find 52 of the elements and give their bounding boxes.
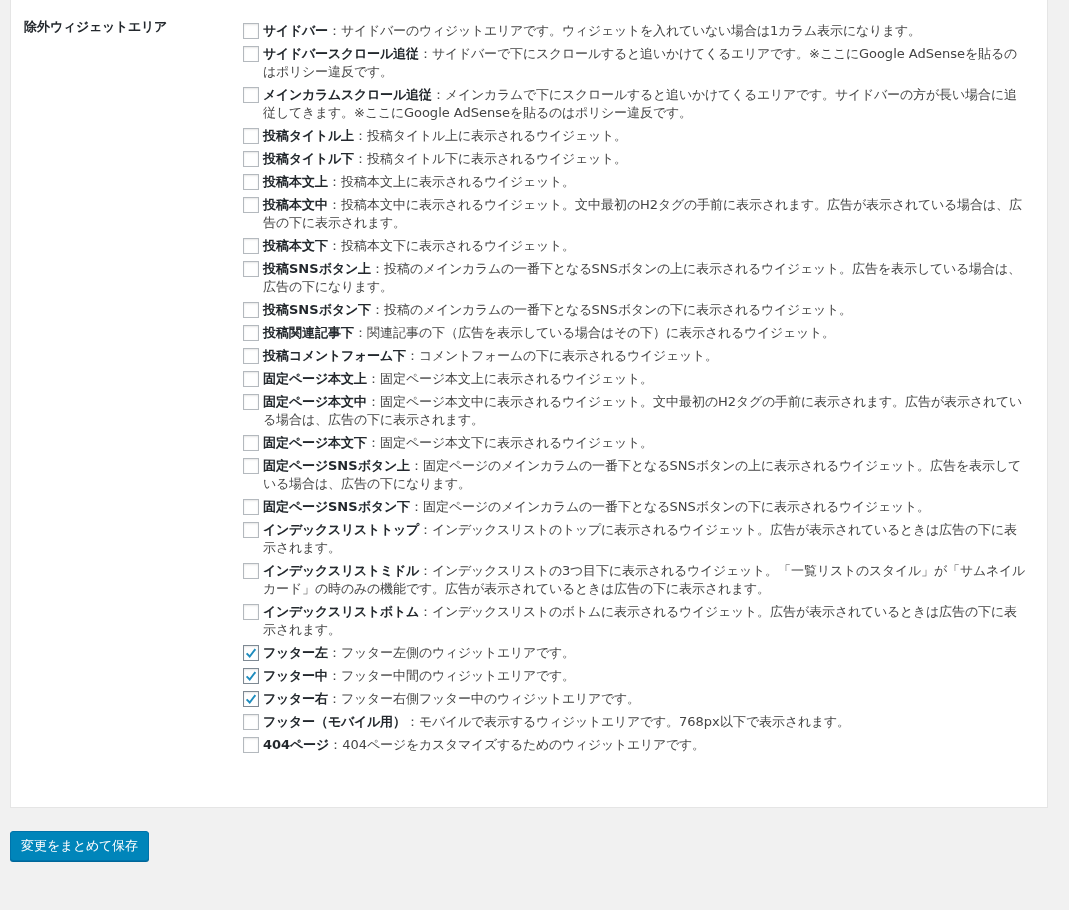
option-description: フッター中：フッター中間のウィジットエリアです。 — [263, 667, 576, 685]
option-description: 固定ページSNSボタン下：固定ページのメインカラムの一番下となるSNSボタンの下に表示されるウイジェット。 — [263, 498, 931, 516]
checkbox[interactable] — [243, 371, 259, 387]
option-description: フッター右：フッター右側フッター中のウィジットエリアです。 — [263, 690, 641, 708]
option-description: インデックスリストボトム：インデックスリストのボトムに表示されるウイジェット。広告が表示されているときは広告の下に表示されます。 — [263, 603, 1018, 639]
save-button[interactable]: 変更をまとめて保存 — [10, 831, 149, 861]
checkbox[interactable] — [243, 151, 259, 167]
option-description: 固定ページSNSボタン上：固定ページのメインカラムの一番下となるSNSボタンの上に表示されるウイジェット。広告を表示している場合は、広告の下になります。 — [263, 457, 1022, 493]
checkbox[interactable] — [243, 238, 259, 254]
section-label: 除外ウィジェットエリア — [24, 18, 168, 36]
option-description: サイドバー：サイドバーのウィジットエリアです。ウィジェットを入れていない場合は1カラム表示になります。 — [263, 22, 923, 40]
option-description: 投稿本文中：投稿本文中に表示されるウイジェット。文中最初のH2タグの手前に表示されます。広告が表示されている場合は、広告の下に表示されます。 — [263, 196, 1024, 232]
checkbox[interactable] — [243, 499, 259, 515]
checkbox[interactable] — [243, 197, 259, 213]
option-description: 投稿本文下：投稿本文下に表示されるウイジェット。 — [263, 237, 576, 255]
checkbox[interactable] — [243, 348, 259, 364]
option-description: メインカラムスクロール追従：メインカラムで下にスクロールすると追いかけてくるエリアです。サイドバーの方が長い場合に追従してきます。※ここにGoogle AdSenseを貼るのはポリシー違反です。 — [263, 86, 1018, 122]
checkbox[interactable] — [243, 128, 259, 144]
checkbox[interactable] — [243, 458, 259, 474]
option-description: インデックスリストトップ：インデックスリストのトップに表示されるウイジェット。広告が表示されているときは広告の下に表示されます。 — [263, 521, 1018, 557]
checkbox[interactable] — [243, 302, 259, 318]
checkbox[interactable] — [243, 394, 259, 410]
option-description: 投稿タイトル下：投稿タイトル下に表示されるウイジェット。 — [263, 150, 628, 168]
checkbox[interactable] — [243, 522, 259, 538]
checkbox[interactable] — [243, 604, 259, 620]
option-description: 固定ページ本文下：固定ページ本文下に表示されるウイジェット。 — [263, 434, 654, 452]
checkbox[interactable] — [243, 23, 259, 39]
checkbox[interactable] — [243, 645, 259, 661]
option-description: フッター（モバイル用）：モバイルで表示するウィジットエリアです。768px以下で表示されます。 — [263, 713, 851, 731]
option-description: 投稿SNSボタン上：投稿のメインカラムの一番下となるSNSボタンの上に表示されるウイジェット。広告を表示している場合は、広告の下になります。 — [263, 260, 1022, 296]
option-description: 固定ページ本文上：固定ページ本文上に表示されるウイジェット。 — [263, 370, 654, 388]
option-description: 固定ページ本文中：固定ページ本文中に表示されるウイジェット。文中最初のH2タグの手前に表示されます。広告が表示されている場合は、広告の下に表示されます。 — [263, 393, 1024, 429]
checkbox[interactable] — [243, 261, 259, 277]
checkbox[interactable] — [243, 737, 259, 753]
checkbox[interactable] — [243, 563, 259, 579]
checkbox[interactable] — [243, 325, 259, 341]
checkbox[interactable] — [243, 714, 259, 730]
checkbox[interactable] — [243, 435, 259, 451]
checkbox[interactable] — [243, 87, 259, 103]
option-description: サイドバースクロール追従：サイドバーで下にスクロールすると追いかけてくるエリアです。※ここにGoogle AdSenseを貼るのはポリシー違反です。 — [263, 45, 1019, 81]
option-description: 404ページ：404ページをカスタマイズするためのウィジットエリアです。 — [263, 736, 706, 754]
checkbox[interactable] — [243, 46, 259, 62]
option-description: 投稿本文上：投稿本文上に表示されるウイジェット。 — [263, 173, 576, 191]
checkbox[interactable] — [243, 668, 259, 684]
option-description: 投稿コメントフォーム下：コメントフォームの下に表示されるウイジェット。 — [263, 347, 719, 365]
option-description: 投稿SNSボタン下：投稿のメインカラムの一番下となるSNSボタンの下に表示されるウイジェット。 — [263, 301, 853, 319]
checkbox[interactable] — [243, 174, 259, 190]
option-description: インデックスリストミドル：インデックスリストの3つ目下に表示されるウイジェット。「一覧リストのスタイル」が「サムネイルカード」の時のみの機能です。広告が表示されているときは広告の下に表示されます。 — [263, 562, 1027, 598]
option-description: 投稿関連記事下：関連記事の下（広告を表示している場合はその下）に表示されるウイジェット。 — [263, 324, 836, 342]
option-description: 投稿タイトル上：投稿タイトル上に表示されるウイジェット。 — [263, 127, 628, 145]
checkbox[interactable] — [243, 691, 259, 707]
option-description: フッター左：フッター左側のウィジットエリアです。 — [263, 644, 576, 662]
